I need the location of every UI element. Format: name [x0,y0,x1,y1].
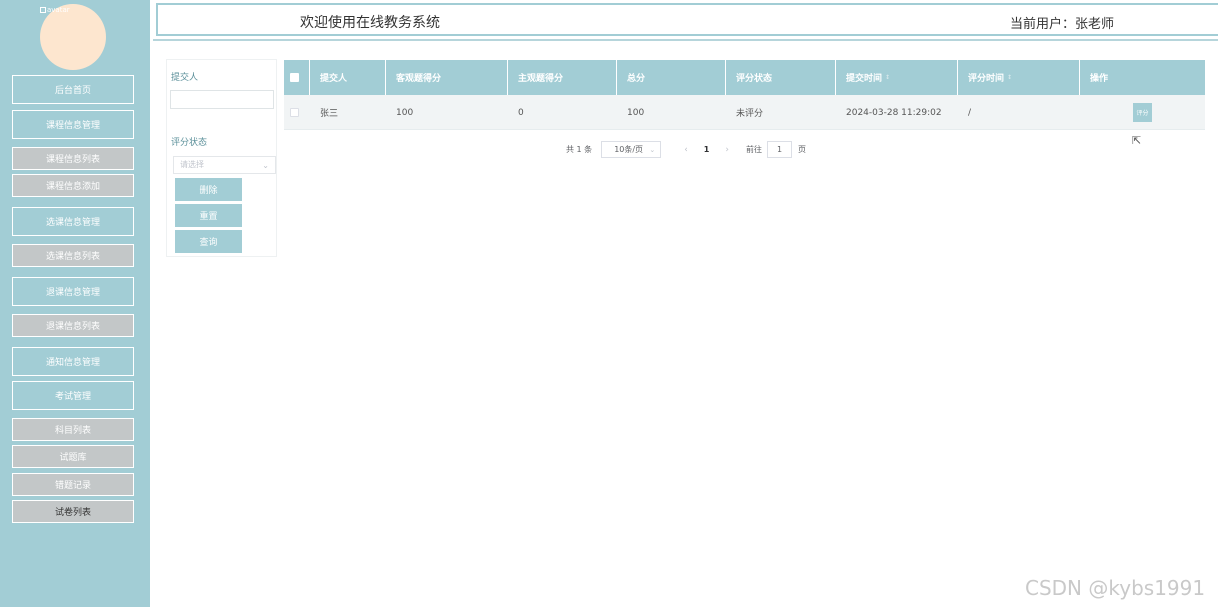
cell-actions: 评分 [1080,95,1205,130]
grade-button[interactable]: 评分 [1133,103,1152,122]
results-table: 提交人 客观题得分 主观题得分 总分 评分状态 提交时间 ↕ 评分时间 ↕ 操作 张… [284,60,1205,130]
sidebar-item-course-list[interactable]: 课程信息列表 [12,147,134,170]
status-select[interactable]: 请选择 ⌄ [173,156,276,174]
sort-icon: ↕ [885,74,891,81]
sidebar-item-exam-management[interactable]: 考试管理 [12,381,134,410]
row-checkbox[interactable] [290,108,299,117]
col-total-score: 总分 [617,60,726,95]
page-size-value: 10条/页 [614,145,644,154]
chevron-down-icon: ⌄ [262,161,269,170]
sort-icon: ↕ [1007,74,1013,81]
col-objective-score: 客观题得分 [386,60,508,95]
table-header: 提交人 客观题得分 主观题得分 总分 评分状态 提交时间 ↕ 评分时间 ↕ 操作 [284,60,1205,95]
status-select-placeholder: 请选择 [180,160,204,169]
sidebar-item-paper-list[interactable]: 试卷列表 [12,500,134,523]
sidebar-item-notice-management[interactable]: 通知信息管理 [12,347,134,376]
cell-submit-time: 2024-03-28 11:29:02 [846,107,942,118]
avatar-broken-image: avatar [40,6,70,14]
header: 欢迎使用在线教务系统 当前用户：张老师 [153,0,1218,41]
search-button[interactable]: 查询 [175,230,242,253]
col-submit-time[interactable]: 提交时间 ↕ [836,60,958,95]
submitter-label: 提交人 [171,73,199,83]
page-number-1[interactable]: 1 [704,145,710,154]
submitter-input[interactable] [170,90,274,109]
reset-button[interactable]: 重置 [175,204,242,227]
select-all-checkbox[interactable] [290,73,299,82]
mouse-cursor-icon: ⇱ [1132,134,1142,147]
sidebar-item-course-management[interactable]: 课程信息管理 [12,110,134,139]
cell-grading-status: 未评分 [736,109,764,119]
filter-panel: 提交人 评分状态 请选择 ⌄ 删除 重置 查询 [166,59,277,257]
table-row: 张三 100 0 100 未评分 2024-03-28 11:29:02 / 评… [284,95,1205,130]
col-actions: 操作 [1090,74,1109,84]
row-select-cell [284,95,310,130]
total-count: 共 1 条 [566,145,593,154]
header-box: 欢迎使用在线教务系统 当前用户：张老师 [156,3,1218,36]
delete-button[interactable]: 删除 [175,178,242,201]
col-submitter: 提交人 [310,60,386,95]
chevron-down-icon: ⌄ [649,145,656,154]
page-title: 欢迎使用在线教务系统 [300,15,440,31]
cell-objective-score: 100 [396,107,414,118]
sidebar-item-drop-management[interactable]: 退课信息管理 [12,277,134,306]
page-size-select[interactable]: 10条/页 ⌄ [601,141,662,158]
sidebar-item-subject-list[interactable]: 科目列表 [12,418,134,441]
sidebar-item-selection-management[interactable]: 选课信息管理 [12,207,134,236]
goto-label: 前往 [745,145,762,154]
sidebar-item-wrong-records[interactable]: 错题记录 [12,473,134,496]
sidebar-item-question-bank[interactable]: 试题库 [12,445,134,468]
pagination: 共 1 条 10条/页 ⌄ ‹ 1 › 前往 1 页 [566,141,806,158]
cell-subjective-score: 0 [518,107,524,118]
select-all-cell [284,60,310,95]
cell-submitter: 张三 [320,109,339,119]
sidebar-item-home[interactable]: 后台首页 [12,75,134,104]
sidebar-item-course-add[interactable]: 课程信息添加 [12,174,134,197]
col-score-time[interactable]: 评分时间 ↕ [958,60,1080,95]
col-subjective-score: 主观题得分 [508,60,617,95]
page-suffix: 页 [797,145,806,154]
current-user: 当前用户：张老师 [1010,17,1115,32]
cell-score-time: / [968,107,972,118]
goto-page-input[interactable]: 1 [766,141,792,158]
cell-total-score: 100 [627,107,645,118]
sidebar-item-selection-list[interactable]: 选课信息列表 [12,244,134,267]
next-page-button[interactable]: › [725,145,729,155]
prev-page-button[interactable]: ‹ [684,145,688,155]
broken-image-icon [40,7,46,13]
watermark: CSDN @kybs1991 [1025,576,1206,600]
status-label: 评分状态 [171,138,208,148]
sidebar: avatar 后台首页 课程信息管理 课程信息列表 课程信息添加 选课信息管理 … [0,0,150,607]
sidebar-item-drop-list[interactable]: 退课信息列表 [12,314,134,337]
col-grading-status: 评分状态 [726,60,836,95]
